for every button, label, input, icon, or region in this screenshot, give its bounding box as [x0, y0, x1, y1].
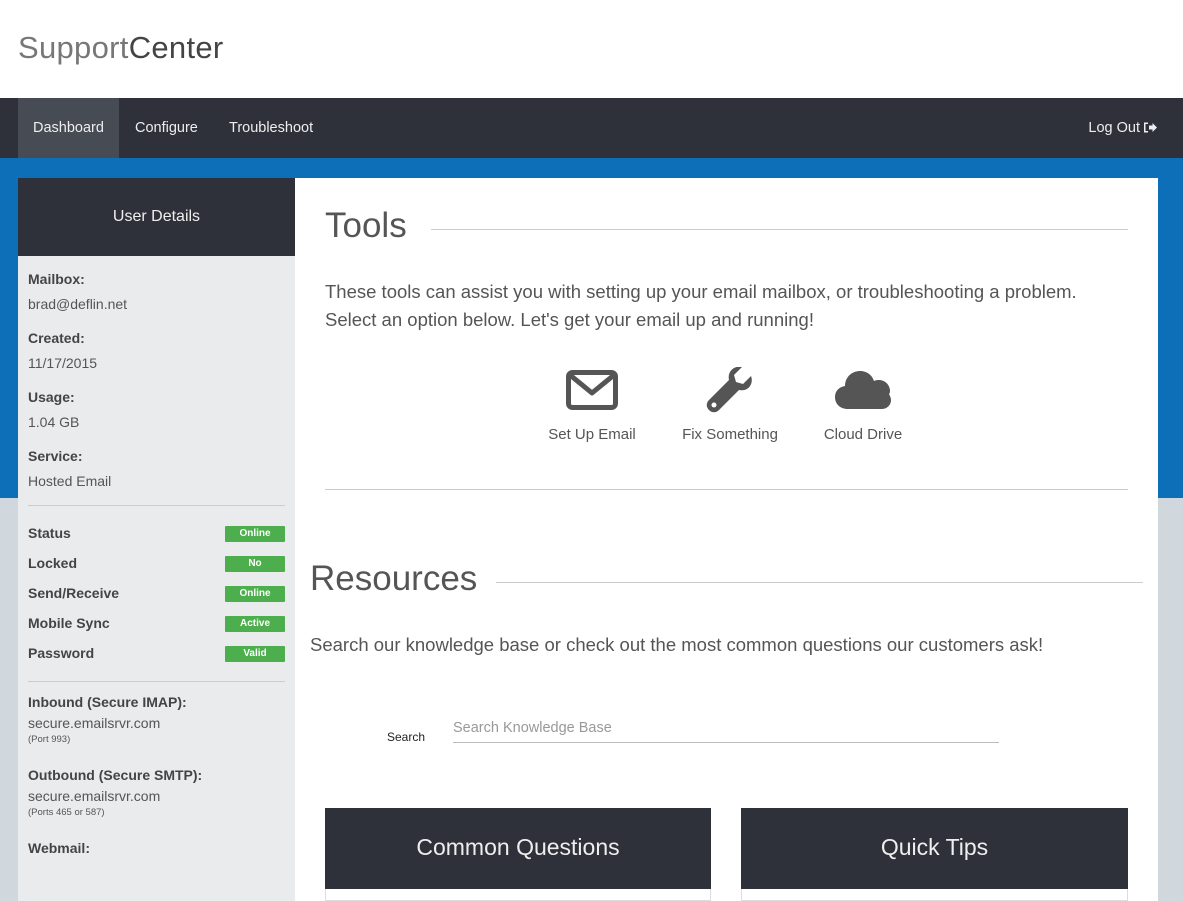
- knowledge-base-search-input[interactable]: [453, 714, 999, 743]
- cloud-drive-label: Cloud Drive: [823, 426, 903, 443]
- status-row-locked: Locked No: [28, 548, 285, 578]
- status-row-send-receive: Send/Receive Online: [28, 578, 285, 608]
- inbound-port: (Port 993): [28, 734, 71, 745]
- logout-label: Log Out: [1088, 120, 1140, 136]
- status-badge: Online: [225, 586, 285, 602]
- created-label: Created:: [28, 330, 85, 346]
- main-content: Tools These tools can assist you with se…: [295, 178, 1158, 901]
- tools-divider: [325, 489, 1128, 490]
- outbound-server: secure.emailsrvr.com: [28, 788, 161, 804]
- mailbox-label: Mailbox:: [28, 271, 85, 287]
- status-row-mobile-sync: Mobile Sync Active: [28, 608, 285, 638]
- status-label: Locked: [28, 555, 78, 571]
- envelope-icon: [566, 370, 618, 410]
- brand-part-center: Center: [128, 30, 224, 65]
- wrench-icon: [706, 367, 752, 413]
- resources-title-rule: [496, 582, 1143, 583]
- card-body: [741, 889, 1128, 901]
- user-details-panel: User Details Mailbox: brad@deflin.net Cr…: [18, 178, 295, 901]
- status-label: Password: [28, 645, 95, 661]
- main-navbar: Dashboard Configure Troubleshoot Log Out: [0, 98, 1183, 158]
- inbound-server: secure.emailsrvr.com: [28, 715, 161, 731]
- status-badge: Online: [225, 526, 285, 542]
- status-row-status: Status Online: [28, 518, 285, 548]
- card-body: [325, 889, 711, 901]
- fix-something-tool[interactable]: Fix Something: [678, 366, 782, 443]
- quick-tips-title: Quick Tips: [741, 808, 1128, 889]
- search-label: Search: [387, 730, 426, 744]
- outbound-port: (Ports 465 or 587): [28, 807, 105, 818]
- common-questions-title: Common Questions: [325, 808, 711, 889]
- status-badge: Active: [225, 616, 285, 632]
- nav-troubleshoot[interactable]: Troubleshoot: [214, 98, 328, 158]
- brand-part-support: Support: [18, 30, 129, 65]
- resources-title: Resources: [310, 559, 478, 598]
- status-row-password: Password Valid: [28, 638, 285, 668]
- nav-dashboard[interactable]: Dashboard: [18, 98, 119, 158]
- nav-configure[interactable]: Configure: [120, 98, 213, 158]
- tools-title: Tools: [325, 206, 407, 245]
- logout-button[interactable]: Log Out: [1088, 98, 1157, 158]
- mailbox-value: brad@deflin.net: [28, 296, 128, 312]
- common-questions-card: Common Questions: [325, 808, 711, 901]
- service-label: Service:: [28, 448, 83, 464]
- status-label: Send/Receive: [28, 585, 120, 601]
- sign-out-icon: [1144, 122, 1157, 133]
- setup-email-tool[interactable]: Set Up Email: [547, 366, 637, 443]
- cloud-drive-tool[interactable]: Cloud Drive: [819, 366, 907, 443]
- status-label: Status: [28, 525, 71, 541]
- user-details-title: User Details: [18, 178, 295, 256]
- resources-intro: Search our knowledge base or check out t…: [310, 634, 1044, 655]
- service-value: Hosted Email: [28, 473, 112, 489]
- fix-something-label: Fix Something: [682, 426, 778, 443]
- usage-value: 1.04 GB: [28, 414, 80, 430]
- tools-intro: These tools can assist you with setting …: [325, 281, 1077, 330]
- header: SupportCenter: [0, 0, 1183, 98]
- cloud-icon: [835, 371, 891, 409]
- inbound-label: Inbound (Secure IMAP):: [28, 694, 187, 710]
- outbound-label: Outbound (Secure SMTP):: [28, 767, 203, 783]
- webmail-label: Webmail:: [28, 840, 90, 856]
- status-label: Mobile Sync: [28, 615, 110, 631]
- status-badge: No: [225, 556, 285, 572]
- setup-email-label: Set Up Email: [548, 426, 636, 443]
- created-value: 11/17/2015: [28, 355, 98, 371]
- status-badge: Valid: [225, 646, 285, 662]
- quick-tips-card: Quick Tips: [741, 808, 1128, 901]
- brand-logo[interactable]: SupportCenter: [18, 30, 224, 66]
- tools-title-rule: [431, 229, 1128, 230]
- usage-label: Usage:: [28, 389, 75, 405]
